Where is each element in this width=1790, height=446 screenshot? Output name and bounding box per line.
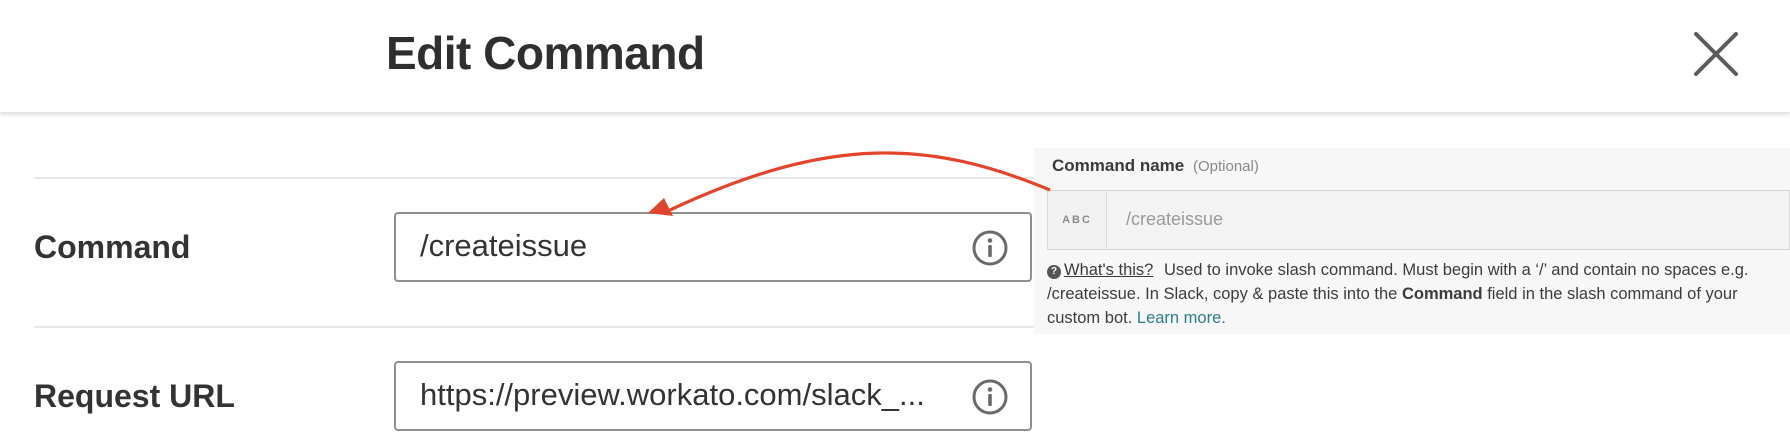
command-name-placeholder: /createissue bbox=[1126, 209, 1224, 229]
request-url-value: https://preview.workato.com/slack_... bbox=[420, 377, 925, 412]
divider bbox=[34, 326, 1034, 328]
command-name-help: ? What's this? Used to invoke slash comma… bbox=[1047, 258, 1777, 330]
command-field[interactable]: /createissue bbox=[394, 212, 1032, 282]
question-circle-icon: ? bbox=[1047, 265, 1061, 279]
close-icon bbox=[1694, 32, 1738, 76]
request-url-info-button[interactable] bbox=[972, 379, 1008, 415]
command-name-label-text: Command name bbox=[1052, 156, 1185, 175]
whats-this-link[interactable]: What's this? bbox=[1064, 261, 1153, 279]
info-icon bbox=[972, 230, 1008, 266]
page-title: Edit Command bbox=[386, 27, 705, 79]
optional-tag: (Optional) bbox=[1192, 158, 1259, 175]
request-url-label: Request URL bbox=[34, 378, 235, 414]
text-type-badge: ABC bbox=[1048, 191, 1107, 249]
close-button[interactable] bbox=[1690, 28, 1742, 80]
command-name-input[interactable]: ABC /createissue bbox=[1047, 190, 1790, 250]
info-icon bbox=[972, 379, 1008, 415]
command-info-button[interactable] bbox=[972, 230, 1008, 266]
arrow-curve bbox=[669, 151, 1051, 212]
modal-header: Edit Command bbox=[0, 0, 1790, 113]
request-url-field[interactable]: https://preview.workato.com/slack_... bbox=[394, 361, 1032, 431]
command-name-panel: Command name (Optional) ABC /createissue… bbox=[1034, 148, 1790, 334]
command-label: Command bbox=[34, 229, 191, 265]
divider bbox=[34, 177, 1034, 179]
command-value: /createissue bbox=[420, 228, 588, 263]
command-name-label: Command name (Optional) bbox=[1052, 156, 1259, 176]
help-text-bold: Command bbox=[1401, 285, 1483, 303]
learn-more-link[interactable]: Learn more. bbox=[1137, 309, 1226, 327]
